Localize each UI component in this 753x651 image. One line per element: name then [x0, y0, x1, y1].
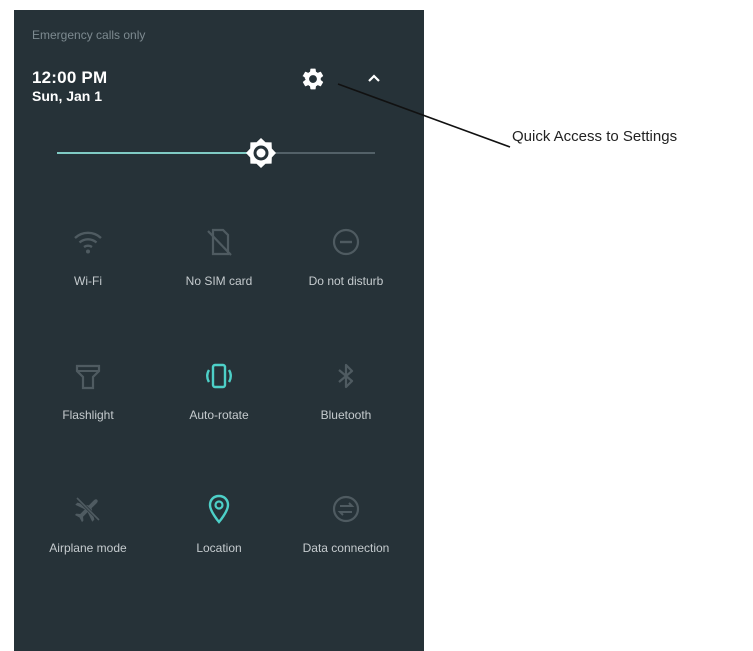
- chevron-up-icon: [368, 74, 380, 82]
- tile-bluetooth[interactable]: Bluetooth: [286, 360, 406, 440]
- no-sim-icon: [203, 226, 235, 258]
- clock-time: 12:00 PM: [32, 68, 108, 87]
- auto-rotate-icon: [203, 360, 235, 392]
- do-not-disturb-icon: [330, 226, 362, 258]
- tile-label: Do not disturb: [308, 274, 384, 288]
- airplane-icon: [72, 493, 104, 525]
- tile-airplane-mode[interactable]: Airplane mode: [28, 493, 148, 573]
- tile-label: Airplane mode: [49, 541, 127, 555]
- tile-label: Flashlight: [62, 408, 114, 422]
- settings-button[interactable]: [298, 64, 328, 94]
- flashlight-icon: [72, 360, 104, 392]
- quick-settings-panel: Emergency calls only 12:00 PM Sun, Jan 1: [14, 10, 424, 651]
- brightness-slider[interactable]: [57, 138, 375, 168]
- carrier-status-text: Emergency calls only: [32, 28, 146, 42]
- tile-label: Auto-rotate: [189, 408, 249, 422]
- tile-flashlight[interactable]: Flashlight: [28, 360, 148, 440]
- tile-label: No SIM card: [185, 274, 253, 288]
- callout-label: Quick Access to Settings: [512, 128, 678, 145]
- bluetooth-icon: [330, 360, 362, 392]
- tile-data-connection[interactable]: Data connection: [286, 493, 406, 573]
- brightness-icon: [245, 138, 276, 168]
- wifi-icon: [72, 226, 104, 258]
- tile-label: Wi-Fi: [74, 274, 102, 288]
- tile-auto-rotate[interactable]: Auto-rotate: [159, 360, 279, 440]
- brightness-thumb[interactable]: [245, 137, 277, 169]
- tile-wifi[interactable]: Wi-Fi: [28, 226, 148, 306]
- clock-date: Sun, Jan 1: [32, 88, 103, 104]
- location-icon: [203, 493, 235, 525]
- gear-icon: [302, 68, 324, 90]
- tile-label: Location: [196, 541, 242, 555]
- tile-location[interactable]: Location: [159, 493, 279, 573]
- collapse-button[interactable]: [362, 66, 386, 90]
- tile-label: Bluetooth: [320, 408, 372, 422]
- tile-do-not-disturb[interactable]: Do not disturb: [286, 226, 406, 306]
- tile-no-sim[interactable]: No SIM card: [159, 226, 279, 306]
- brightness-fill: [57, 152, 261, 154]
- data-connection-icon: [330, 493, 362, 525]
- tile-label: Data connection: [302, 541, 390, 555]
